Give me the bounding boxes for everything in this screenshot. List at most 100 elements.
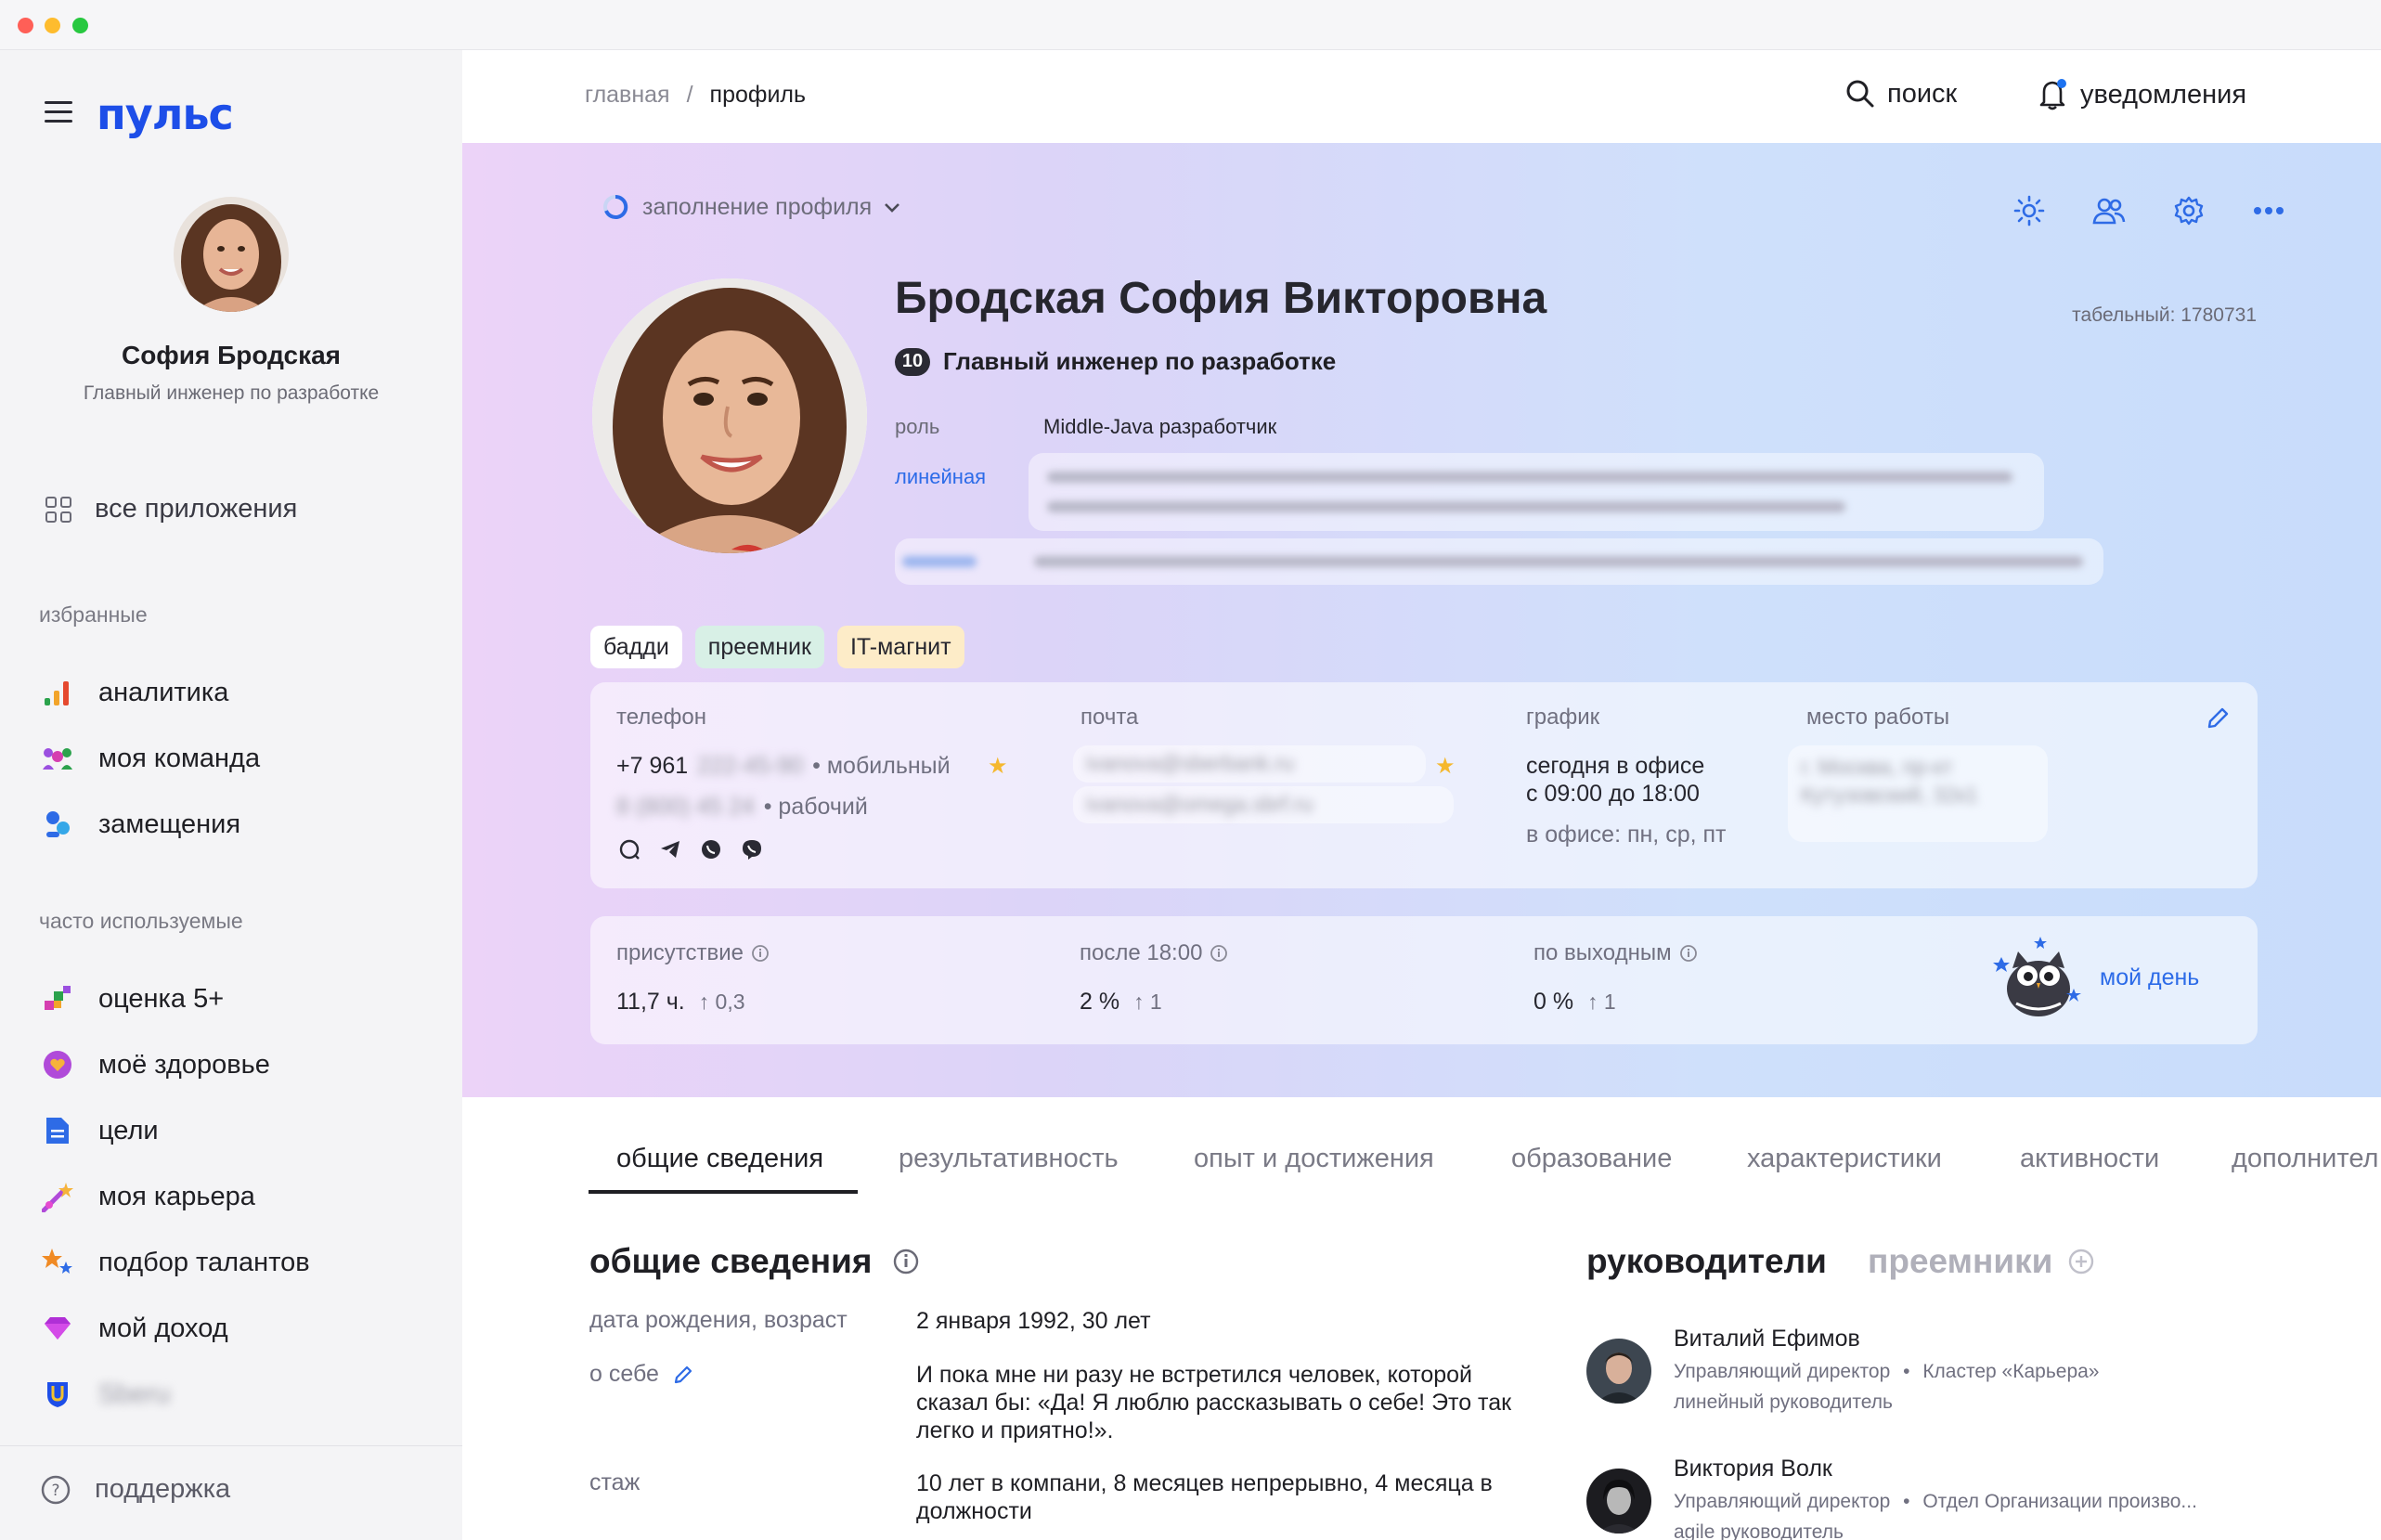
search-label: поиск — [1887, 78, 1958, 109]
sidebar-item-team[interactable]: моя команда — [39, 738, 260, 779]
all-apps-label: все приложения — [95, 494, 298, 524]
tab-characteristics[interactable]: характеристики — [1747, 1144, 1942, 1174]
sidebar-item-label: цели — [98, 1115, 159, 1145]
managers-tab[interactable]: руководители — [1586, 1242, 1827, 1281]
gear-icon[interactable] — [2169, 191, 2208, 230]
phone-mobile: +7 961 — [616, 753, 689, 779]
team-icon — [39, 740, 76, 777]
sidebar-item-analytics[interactable]: аналитика — [39, 672, 228, 713]
schedule-days: в офисе: пн, ср, пт — [1526, 822, 1727, 848]
help-icon: ? — [41, 1475, 71, 1504]
sidebar-footer: ? поддержка — [0, 1445, 462, 1540]
manager-title: Управляющий директор — [1674, 1491, 1891, 1512]
profile-photo[interactable] — [592, 278, 867, 553]
favorite-star-icon[interactable]: ★ — [1435, 753, 1456, 780]
stat-label: после 18:00 — [1080, 940, 1203, 965]
info-icon[interactable] — [1210, 944, 1228, 963]
sidebar-item-substitutions[interactable]: замещения — [39, 804, 240, 845]
breadcrumb-separator: / — [686, 82, 693, 108]
people-icon[interactable] — [2090, 191, 2129, 230]
manager-details: Управляющий директор • Кластер «Карьера» — [1674, 1361, 2099, 1383]
health-icon — [39, 1046, 76, 1083]
notifications-label: уведомления — [2080, 79, 2247, 110]
role-label: роль — [895, 415, 940, 438]
add-circle-icon[interactable] — [2067, 1248, 2095, 1275]
manager-title: Управляющий директор — [1674, 1361, 1891, 1382]
more-icon[interactable] — [2249, 191, 2288, 230]
edit-pencil-icon[interactable] — [2206, 706, 2230, 731]
sidebar-item-rating[interactable]: оценка 5+ — [39, 978, 224, 1019]
workplace-value: г. Москва, пр-кт Кутузовский, 32к1 — [1788, 745, 2048, 842]
profile-tabs: общие сведения результативность опыт и д… — [462, 1097, 2381, 1199]
chat-icon[interactable] — [618, 838, 641, 861]
schedule-hours: с 09:00 до 18:00 — [1526, 781, 1700, 807]
info-icon[interactable] — [1679, 944, 1698, 963]
svg-text:?: ? — [51, 1482, 59, 1500]
sidebar-user-role: Главный инженер по разработке — [83, 382, 380, 404]
sidebar-item-income[interactable]: мой доход — [39, 1308, 228, 1349]
tab-experience[interactable]: опыт и достижения — [1194, 1144, 1434, 1174]
phone-label: телефон — [616, 705, 706, 730]
support-label: поддержка — [95, 1474, 231, 1504]
edit-pencil-icon[interactable] — [672, 1364, 694, 1386]
support-link[interactable]: ? поддержка — [41, 1474, 230, 1505]
rating-icon — [39, 980, 76, 1017]
separator-dot: • — [1903, 1361, 1910, 1382]
tab-additional[interactable]: дополнител — [2232, 1144, 2378, 1174]
close-window-button[interactable] — [18, 18, 33, 33]
stat-presence: присутствие — [616, 940, 770, 966]
manager-details: Управляющий директор • Отдел Организации… — [1674, 1491, 2197, 1513]
tab-education[interactable]: образование — [1511, 1144, 1672, 1174]
my-day-button[interactable]: мой день — [1990, 931, 2199, 1024]
search-button[interactable]: поиск — [1844, 78, 1957, 110]
phone-mobile-row[interactable]: +7 961 222-45-90 • мобильный — [616, 753, 951, 780]
tab-activities[interactable]: активности — [2020, 1144, 2159, 1174]
successors-tab[interactable]: преемники — [1868, 1242, 2095, 1281]
sun-icon[interactable] — [2010, 191, 2049, 230]
sidebar-item-health[interactable]: моё здоровье — [39, 1044, 270, 1085]
profile-fill-dropdown[interactable]: заполнение профиля — [602, 193, 903, 221]
viber-icon[interactable] — [741, 838, 763, 861]
sidebar-avatar[interactable] — [174, 197, 289, 312]
sidebar-item-goals[interactable]: цели — [39, 1110, 159, 1151]
sidebar-item-label: аналитика — [98, 677, 229, 707]
breadcrumb-current: профиль — [709, 82, 807, 108]
email-2[interactable]: ivanova@omega.sbrf.ru — [1073, 786, 1454, 823]
favorite-star-icon[interactable]: ★ — [988, 753, 1008, 780]
whatsapp-icon[interactable] — [700, 838, 722, 861]
sidebar-item-label: моя команда — [98, 743, 261, 773]
window-titlebar — [0, 0, 2381, 50]
contacts-card: телефон +7 961 222-45-90 • мобильный ★ 8… — [590, 682, 2258, 888]
sidebar-item-label: подбор талантов — [98, 1247, 310, 1277]
breadcrumb-home[interactable]: главная — [585, 82, 670, 109]
my-day-label: мой день — [2100, 964, 2200, 990]
telegram-icon[interactable] — [659, 838, 681, 861]
notifications-button[interactable]: уведомления — [2038, 78, 2246, 111]
sidebar-item-sberu[interactable]: Sberu — [39, 1374, 170, 1415]
manager-name: Виктория Волк — [1674, 1456, 1832, 1482]
minimize-window-button[interactable] — [45, 18, 60, 33]
info-icon[interactable] — [751, 944, 770, 963]
phone-work-row[interactable]: 8 (800) 45 24 • рабочий — [616, 794, 868, 821]
sidebar-item-career[interactable]: моя карьера — [39, 1176, 255, 1217]
email-1[interactable]: ivanova@sberbank.ru — [1073, 745, 1426, 783]
email-1-text: ivanova@sberbank.ru — [1086, 751, 1295, 775]
manager-relation: линейный руководитель — [1674, 1391, 1893, 1413]
separator-dot: • — [1903, 1491, 1910, 1512]
top-bar: главная / профиль поиск уведомления — [462, 50, 2381, 143]
tab-performance[interactable]: результативность — [899, 1144, 1119, 1174]
line-structure-tab[interactable]: линейная — [895, 465, 986, 489]
stat-delta: ↑ 1 — [1133, 990, 1162, 1014]
maximize-window-button[interactable] — [72, 18, 88, 33]
tab-general[interactable]: общие сведения — [616, 1144, 823, 1174]
menu-icon[interactable] — [45, 101, 72, 123]
position-line: 10 Главный инженер по разработке — [895, 347, 1336, 376]
stat-weekends: по выходным — [1533, 940, 1698, 966]
app-logo[interactable]: пульс — [97, 89, 234, 139]
general-info-title-text: общие сведения — [589, 1242, 873, 1280]
tag-successor: преемник — [694, 626, 824, 668]
info-icon[interactable] — [892, 1248, 920, 1275]
all-apps-link[interactable]: все приложения — [45, 494, 297, 524]
sidebar-item-talent[interactable]: подбор талантов — [39, 1242, 310, 1283]
sidebar: пульс София Бродская Главный инженер по … — [0, 50, 462, 1540]
